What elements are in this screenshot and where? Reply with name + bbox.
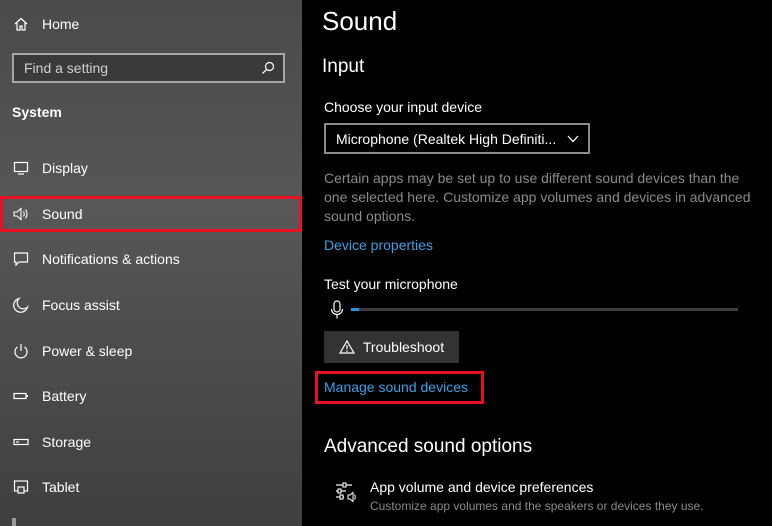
speaker-icon — [12, 205, 30, 223]
notifications-icon — [12, 250, 30, 268]
microphone-level-fill — [351, 308, 359, 311]
sidebar-item-battery[interactable]: Battery — [0, 378, 302, 414]
sidebar-item-label: Focus assist — [42, 297, 120, 313]
troubleshoot-button[interactable]: Troubleshoot — [324, 331, 459, 363]
sidebar-item-sound[interactable]: Sound — [0, 196, 302, 232]
app-volume-title: App volume and device preferences — [370, 479, 594, 495]
sidebar-item-storage[interactable]: Storage — [0, 424, 302, 460]
test-microphone-label: Test your microphone — [324, 276, 458, 292]
storage-icon — [12, 433, 30, 451]
sliders-speaker-icon — [334, 480, 358, 504]
sidebar-item-power-sleep[interactable]: Power & sleep — [0, 333, 302, 369]
microphone-icon — [329, 300, 345, 320]
search-icon[interactable] — [257, 61, 279, 75]
manage-sound-devices-link[interactable]: Manage sound devices — [324, 379, 468, 395]
sidebar-item-label: Battery — [42, 388, 87, 404]
tablet-icon — [12, 478, 30, 496]
device-properties-link[interactable]: Device properties — [324, 237, 433, 253]
display-icon — [12, 159, 30, 177]
home-icon — [12, 15, 30, 33]
page-title: Sound — [322, 6, 398, 36]
sidebar-item-label: Sound — [42, 206, 83, 222]
sidebar-item-label: Power & sleep — [42, 343, 133, 359]
sidebar-item-display[interactable]: Display — [0, 150, 302, 186]
app-volume-description: Customize app volumes and the speakers o… — [370, 499, 704, 513]
choose-input-device-label: Choose your input device — [324, 99, 482, 115]
microphone-level-meter — [351, 308, 738, 311]
power-icon — [12, 342, 30, 360]
troubleshoot-label: Troubleshoot — [362, 339, 445, 355]
app-volume-preferences-item[interactable]: App volume and device preferences Custom… — [332, 478, 762, 518]
warning-icon — [338, 340, 355, 354]
sidebar-item-home[interactable]: Home — [0, 6, 302, 42]
sidebar-item-label: Tablet — [42, 479, 80, 495]
sidebar-item-label: Display — [42, 160, 88, 176]
battery-icon — [12, 387, 30, 405]
sidebar: Home System Display Sound Notifications … — [0, 0, 302, 526]
search-input[interactable] — [14, 54, 257, 82]
input-device-dropdown[interactable]: Microphone (Realtek High Definiti... — [324, 123, 590, 154]
sidebar-item-notifications[interactable]: Notifications & actions — [0, 241, 302, 277]
input-section-heading: Input — [322, 56, 365, 77]
sidebar-item-label: Storage — [42, 434, 92, 450]
sidebar-item-focus-assist[interactable]: Focus assist — [0, 287, 302, 323]
sidebar-item-label: Home — [42, 16, 80, 32]
input-device-info-text: Certain apps may be set up to use differ… — [324, 170, 751, 224]
chevron-down-icon — [566, 132, 580, 146]
search-field[interactable] — [12, 53, 285, 83]
sidebar-item-label: Notifications & actions — [42, 251, 180, 267]
main-content: Sound Input Choose your input device Mic… — [302, 0, 772, 526]
section-heading: System — [12, 104, 62, 120]
sidebar-next-item-stub — [12, 518, 16, 526]
selected-device-value: Microphone (Realtek High Definiti... — [336, 130, 557, 147]
advanced-sound-options-heading: Advanced sound options — [324, 436, 533, 457]
moon-icon — [12, 296, 30, 314]
sidebar-item-tablet[interactable]: Tablet — [0, 469, 302, 505]
